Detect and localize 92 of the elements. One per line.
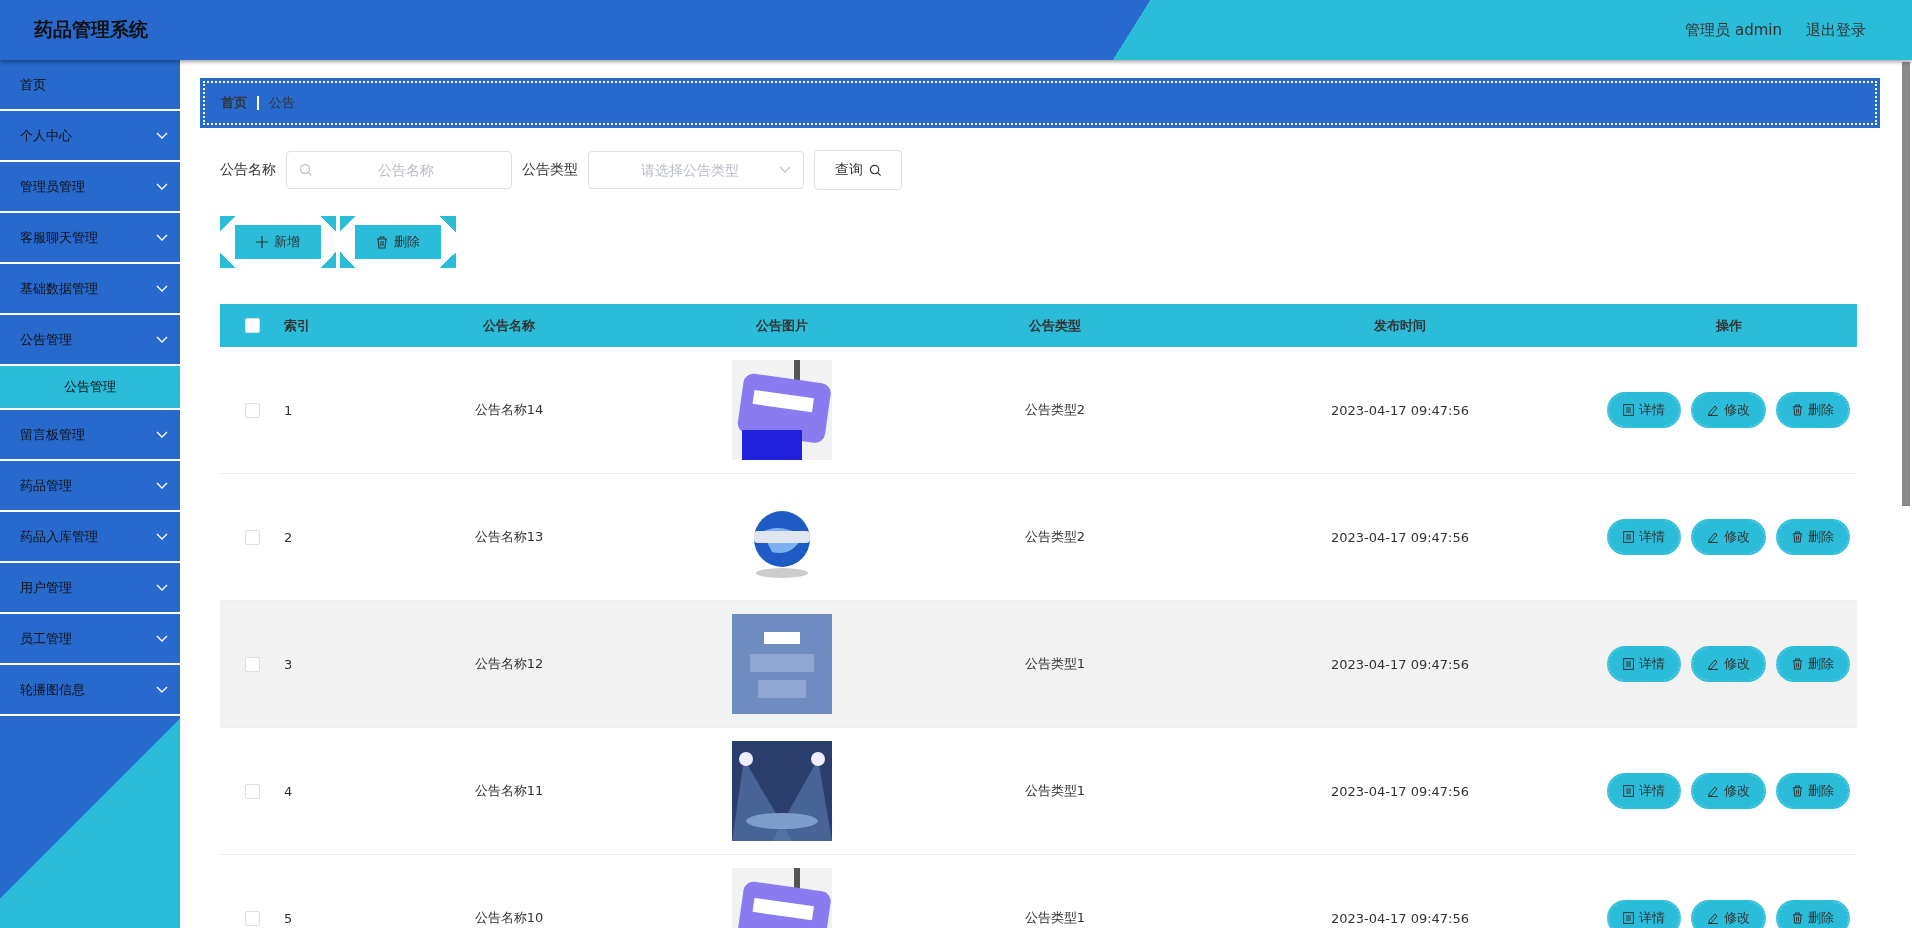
chevron-down-icon xyxy=(156,685,168,694)
table-cell: 公告名称13 xyxy=(474,528,544,546)
delete-button[interactable]: 删除 xyxy=(1776,646,1850,682)
edit-button[interactable]: 修改 xyxy=(1691,773,1766,809)
table-cell: 公告名称11 xyxy=(474,782,544,800)
detail-button[interactable]: 详情 xyxy=(1607,900,1681,928)
delete-button[interactable]: 删除 xyxy=(340,216,456,268)
trash-icon xyxy=(1792,785,1803,797)
search-input[interactable]: 公告名称 xyxy=(313,151,499,189)
pencil-icon xyxy=(1707,785,1719,797)
column-header: 公告类型 xyxy=(1029,316,1081,335)
column-header: 操作 xyxy=(1715,316,1742,335)
table-cell: 公告名称14 xyxy=(474,401,544,419)
chevron-down-icon xyxy=(156,335,168,344)
delete-button[interactable]: 删除 xyxy=(1776,392,1850,428)
table-cell: 公告名称10 xyxy=(474,909,544,927)
table-cell: 公告类型1 xyxy=(1024,655,1086,673)
column-header: 索引 xyxy=(284,316,310,335)
row-checkbox[interactable] xyxy=(244,783,260,799)
scrollbar[interactable] xyxy=(1902,62,1910,506)
chevron-down-icon xyxy=(156,634,168,643)
chevron-down-icon xyxy=(156,583,168,592)
filter-label: 公告类型 xyxy=(522,161,578,179)
row-checkbox[interactable] xyxy=(244,656,260,672)
trash-icon xyxy=(1792,658,1803,670)
document-icon xyxy=(1623,404,1634,416)
chevron-down-icon xyxy=(156,481,168,490)
delete-button[interactable]: 删除 xyxy=(1776,900,1850,928)
add-button[interactable]: 新增 xyxy=(220,216,336,268)
table-cell: 2023-04-17 09:47:56 xyxy=(1330,783,1470,799)
column-header: 公告图片 xyxy=(756,316,808,335)
chevron-down-icon xyxy=(156,233,168,242)
trash-icon xyxy=(1792,912,1803,924)
edit-button[interactable]: 修改 xyxy=(1691,519,1766,555)
detail-button[interactable]: 详情 xyxy=(1607,392,1681,428)
pencil-icon xyxy=(1707,912,1719,924)
table-cell: 公告类型2 xyxy=(1024,528,1086,546)
chevron-down-icon xyxy=(156,430,168,439)
sidebar-subitem[interactable]: 公告管理 xyxy=(0,366,180,410)
select-all-checkbox[interactable] xyxy=(244,318,260,333)
table-cell: 1 xyxy=(284,402,293,418)
detail-button[interactable]: 详情 xyxy=(1607,646,1681,682)
row-checkbox[interactable] xyxy=(244,910,260,926)
delete-button[interactable]: 删除 xyxy=(1776,519,1850,555)
chevron-down-icon xyxy=(156,131,168,140)
table-cell: 4 xyxy=(284,783,293,799)
trash-icon xyxy=(1792,404,1803,416)
table-cell: 2023-04-17 09:47:56 xyxy=(1330,656,1470,672)
edit-button[interactable]: 修改 xyxy=(1691,646,1766,682)
search-field[interactable]: 公告名称 xyxy=(286,151,512,189)
plus-icon xyxy=(256,236,268,248)
table-cell: 2023-04-17 09:47:56 xyxy=(1330,402,1470,418)
select-input[interactable]: 请选择公告类型 xyxy=(601,151,779,189)
search-icon xyxy=(868,163,882,177)
search-icon xyxy=(299,163,313,177)
type-select[interactable]: 请选择公告类型 xyxy=(588,151,804,189)
chevron-down-icon xyxy=(156,284,168,293)
table-cell: 公告类型1 xyxy=(1024,782,1086,800)
chevron-down-icon xyxy=(779,166,791,174)
pencil-icon xyxy=(1707,404,1719,416)
user-label: 管理员 admin xyxy=(1685,20,1782,40)
trash-icon xyxy=(1792,531,1803,543)
query-button[interactable]: 查询 xyxy=(814,150,902,190)
delete-button[interactable]: 删除 xyxy=(1776,773,1850,809)
detail-button[interactable]: 详情 xyxy=(1607,519,1681,555)
trash-icon xyxy=(376,235,388,249)
row-checkbox[interactable] xyxy=(244,529,260,545)
pencil-icon xyxy=(1707,658,1719,670)
row-checkbox[interactable] xyxy=(244,402,260,418)
table-cell: 3 xyxy=(284,656,293,672)
detail-button[interactable]: 详情 xyxy=(1607,773,1681,809)
app-title: 药品管理系统 xyxy=(34,17,148,42)
document-icon xyxy=(1623,912,1634,924)
edit-button[interactable]: 修改 xyxy=(1691,392,1766,428)
table-cell: 公告类型2 xyxy=(1024,401,1086,419)
chevron-down-icon xyxy=(156,182,168,191)
table-cell: 公告类型1 xyxy=(1024,909,1086,927)
document-icon xyxy=(1623,658,1634,670)
pencil-icon xyxy=(1707,531,1719,543)
table-cell: 公告名称12 xyxy=(474,655,544,673)
filter-label: 公告名称 xyxy=(220,161,276,179)
chevron-down-icon xyxy=(156,532,168,541)
logout-link[interactable]: 退出登录 xyxy=(1806,20,1866,40)
edit-button[interactable]: 修改 xyxy=(1691,900,1766,928)
table-cell: 2 xyxy=(284,529,293,545)
column-header: 公告名称 xyxy=(483,316,535,335)
document-icon xyxy=(1623,531,1634,543)
table-cell: 5 xyxy=(284,910,293,926)
table-cell: 2023-04-17 09:47:56 xyxy=(1330,910,1470,926)
table-cell: 2023-04-17 09:47:56 xyxy=(1330,529,1470,545)
column-header: 发布时间 xyxy=(1374,316,1426,335)
document-icon xyxy=(1623,785,1634,797)
